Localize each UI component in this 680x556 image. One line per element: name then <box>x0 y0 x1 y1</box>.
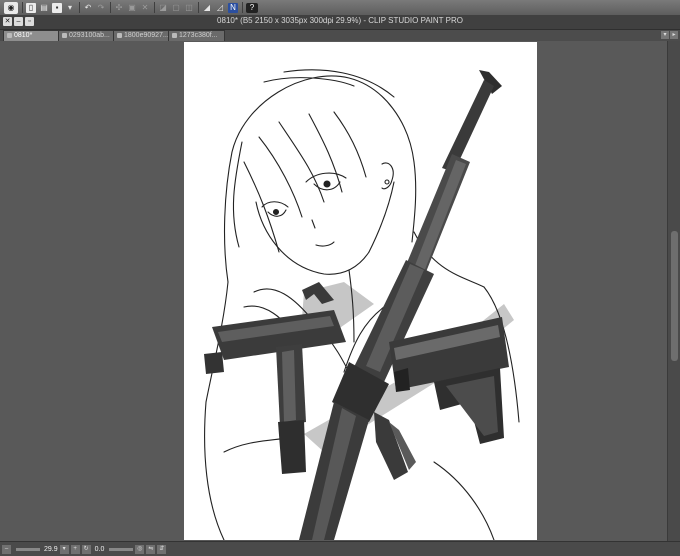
divider <box>154 2 155 13</box>
clip-studio-logo-icon[interactable]: ◉ <box>4 1 18 14</box>
new-icon[interactable]: ▯ <box>26 2 36 13</box>
document-title-bar: ✕ – ▫ 0810* (B5 2150 x 3035px 300dpi 29.… <box>0 15 680 30</box>
zoom-in-icon[interactable]: + <box>70 544 80 554</box>
save-icon[interactable]: ▪ <box>52 2 62 13</box>
tab-document[interactable]: 0810* <box>3 30 60 41</box>
pistol-render <box>389 317 509 444</box>
document-icon <box>172 32 177 38</box>
divider <box>22 2 23 13</box>
redo-icon[interactable]: ↷ <box>96 3 106 13</box>
open-icon[interactable]: ▤ <box>39 3 49 13</box>
command-bar: ◉ ▯ ▤ ▪ ▾ ↶ ↷ ✣ ▣ ✕ ◪ ▢ ◫ ◢ ◿ N ? <box>0 0 680 16</box>
artwork <box>204 69 520 540</box>
cut-icon[interactable]: ✕ <box>140 3 150 13</box>
tab-document[interactable]: 0293100ab... <box>58 30 115 41</box>
tab-scroll-right-icon[interactable]: ▸ <box>670 31 678 39</box>
snap-icon[interactable]: ◿ <box>215 3 225 13</box>
canvas-workspace[interactable] <box>0 41 667 541</box>
clear-icon[interactable]: ✣ <box>114 3 124 13</box>
flip-horizontal-icon[interactable]: ⇋ <box>146 544 156 554</box>
tab-label: 0293100ab... <box>69 32 110 39</box>
transform-icon[interactable]: ▣ <box>127 3 137 13</box>
tab-scroll-controls: ▾ ▸ <box>660 31 678 39</box>
help-icon[interactable]: ? <box>246 2 258 13</box>
status-bar: – 29.9 ▾ + ↻ 0.0 ◎ ⇋ ⇵ <box>0 541 680 556</box>
tab-label: 1273c380f... <box>179 32 218 39</box>
rotate-icon[interactable]: ↻ <box>81 544 91 554</box>
canvas-paper[interactable] <box>184 42 537 540</box>
deselect-icon[interactable]: ◫ <box>184 3 194 13</box>
rotation-value[interactable]: 0.0 <box>95 546 105 553</box>
flip-vertical-icon[interactable]: ⇵ <box>157 544 167 554</box>
document-icon <box>62 32 67 38</box>
tab-bar: 0810* 0293100ab... 1800e90927... 1273c38… <box>0 30 680 41</box>
divider <box>79 2 80 13</box>
tab-document[interactable]: 1273c380f... <box>168 30 225 41</box>
tab-document[interactable]: 1800e90927... <box>113 30 170 41</box>
tab-label: 0810* <box>14 32 33 39</box>
divider <box>110 2 111 13</box>
undo-icon[interactable]: ↶ <box>83 3 93 13</box>
vertical-scrollbar[interactable] <box>667 41 680 541</box>
color-icon[interactable]: N <box>228 2 238 13</box>
rotation-slider[interactable] <box>109 547 134 551</box>
select-icon[interactable]: ▢ <box>171 3 181 13</box>
tab-label: 1800e90927... <box>124 32 169 39</box>
document-icon <box>117 32 122 38</box>
document-icon <box>7 32 12 38</box>
tab-list-icon[interactable]: ▾ <box>661 31 669 39</box>
zoom-out-icon[interactable]: – <box>2 544 11 554</box>
reset-rotation-icon[interactable]: ◎ <box>135 544 145 554</box>
zoom-step-icon[interactable]: ▾ <box>59 544 69 554</box>
ruler-icon[interactable]: ◢ <box>202 3 212 13</box>
zoom-value[interactable]: 29.9 <box>44 546 58 553</box>
divider <box>242 2 243 13</box>
fill-icon[interactable]: ◪ <box>158 3 168 13</box>
save-dropdown-icon[interactable]: ▾ <box>65 3 75 13</box>
window-title: 0810* (B5 2150 x 3035px 300dpi 29.9%) - … <box>217 16 463 25</box>
scrollbar-thumb[interactable] <box>671 231 678 361</box>
zoom-slider[interactable] <box>16 547 40 551</box>
divider <box>198 2 199 13</box>
